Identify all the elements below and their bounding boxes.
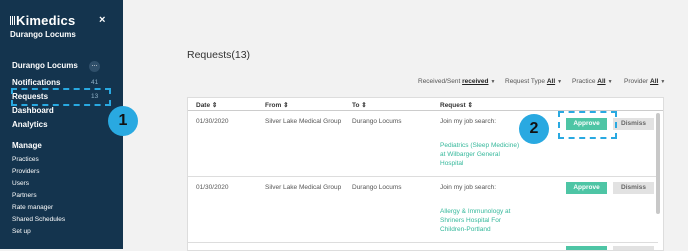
row2-job-link[interactable]: Allergy & Immunology at Shriners Hospita… [440, 207, 520, 234]
approve-highlight-box [558, 111, 617, 139]
caret-down-icon: ▼ [660, 79, 666, 85]
sidebar-item-analytics[interactable]: Analytics [12, 120, 48, 129]
filter-request-type[interactable]: Request Type All ▼ [505, 78, 562, 85]
notifications-count-badge: 41 [91, 79, 99, 86]
sidebar-item-shared-schedules[interactable]: Shared Schedules [12, 216, 65, 223]
sort-icon: ⇕ [467, 102, 473, 109]
logo-bars-icon [10, 16, 15, 25]
requests-highlight-box [11, 88, 111, 106]
sidebar-item-partners[interactable]: Partners [12, 192, 37, 199]
row2-from: Silver Lake Medical Group [265, 184, 342, 191]
sidebar-item-rate-manager[interactable]: Rate manager [12, 204, 53, 211]
col-header-request[interactable]: Request ⇕ [440, 101, 473, 109]
callout-badge-1: 1 [108, 106, 138, 136]
row2-approve-button[interactable]: Approve [566, 182, 607, 194]
filter-label: Request Type [505, 78, 545, 85]
col-header-from[interactable]: From ⇕ [265, 101, 289, 109]
filter-provider[interactable]: Provider All ▼ [624, 78, 665, 85]
row2-request: Join my job search: [440, 184, 496, 191]
row1-job-link[interactable]: Pediatrics (Sleep Medicine) at Wilbarger… [440, 141, 520, 168]
filter-value: All [650, 78, 659, 85]
filter-label: Practice [572, 78, 596, 85]
sort-icon: ⇕ [361, 102, 367, 109]
filter-label: Received/Sent [418, 78, 461, 85]
filter-value: All [597, 78, 606, 85]
sidebar-item-notifications[interactable]: Notifications [12, 78, 60, 87]
sidebar: Kimedics × Durango Locums Durango Locums… [0, 0, 123, 249]
caret-down-icon: ▼ [557, 79, 563, 85]
row1-to: Durango Locums [352, 118, 402, 125]
filter-practice[interactable]: Practice All ▼ [572, 78, 613, 85]
filter-value: All [546, 78, 556, 85]
col-header-to[interactable]: To ⇕ [352, 101, 367, 109]
table-scrollbar[interactable] [656, 113, 660, 214]
page-title: Requests(13) [187, 49, 251, 61]
sidebar-item-dashboard[interactable]: Dashboard [12, 106, 54, 115]
sidebar-item-practices[interactable]: Practices [12, 156, 39, 163]
sort-icon: ⇕ [211, 102, 218, 109]
row1-request: Join my job search: [440, 118, 496, 125]
sidebar-item-users[interactable]: Users [12, 180, 29, 187]
sort-icon: ⇕ [283, 102, 289, 109]
sidebar-item-set-up[interactable]: Set up [12, 228, 31, 235]
callout-badge-2: 2 [519, 114, 549, 144]
account-name[interactable]: Durango Locums [12, 61, 78, 70]
more-options-icon[interactable]: ... [89, 61, 100, 72]
row2-date: 01/30/2020 [196, 184, 229, 191]
row2-dismiss-button[interactable]: Dismiss [613, 182, 654, 194]
row-divider [188, 176, 658, 177]
brand-name: Kimedics [16, 13, 76, 28]
filter-value: received [462, 78, 489, 85]
sidebar-item-providers[interactable]: Providers [12, 168, 39, 175]
row1-from: Silver Lake Medical Group [265, 118, 342, 125]
filter-label: Provider [624, 78, 649, 85]
caret-down-icon: ▼ [607, 79, 613, 85]
filter-received-sent[interactable]: Received/Sent received ▼ [418, 78, 495, 85]
close-icon[interactable]: × [99, 14, 105, 26]
row2-to: Durango Locums [352, 184, 402, 191]
row1-date: 01/30/2020 [196, 118, 229, 125]
caret-down-icon: ▼ [490, 79, 496, 85]
col-header-date[interactable]: Date ⇕ [196, 101, 217, 109]
manage-heading: Manage [12, 141, 42, 150]
row-divider [188, 242, 658, 243]
brand-logo[interactable]: Kimedics [10, 13, 75, 28]
row1-dismiss-button[interactable]: Dismiss [613, 118, 654, 130]
org-name: Durango Locums [10, 30, 76, 39]
